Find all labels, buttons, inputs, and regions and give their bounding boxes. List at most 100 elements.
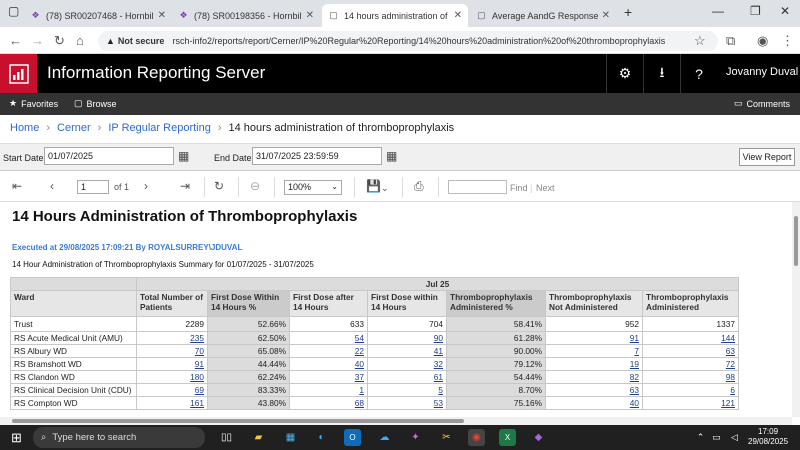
next-page-icon[interactable]: ›	[144, 179, 148, 193]
first-page-icon[interactable]: ⇤	[12, 179, 22, 193]
chevron-down-icon[interactable]: ⌄	[381, 183, 389, 194]
forward-icon[interactable]: →	[31, 33, 44, 48]
calculator-icon[interactable]: ▦	[282, 429, 299, 446]
vertical-scroll-thumb[interactable]	[794, 216, 798, 266]
volume-icon[interactable]: ◁	[726, 429, 743, 446]
copilot-icon[interactable]: ✦	[407, 429, 424, 446]
browser-menu-icon[interactable]: ⋮	[781, 33, 794, 49]
drillthrough-link[interactable]: 121	[721, 398, 735, 408]
next-link[interactable]: Next	[536, 183, 555, 193]
ssrs-logo-icon[interactable]	[0, 54, 37, 93]
drillthrough-link[interactable]: 40	[355, 359, 364, 369]
outlook-icon[interactable]: O	[344, 429, 361, 446]
windows-start-icon[interactable]: ⊞	[8, 429, 25, 446]
drillthrough-link[interactable]: 235	[190, 333, 204, 343]
taskbar-search[interactable]: ⌕ Type here to search	[33, 427, 205, 448]
edge-icon[interactable]: ◐	[313, 429, 330, 446]
file-explorer-icon[interactable]: ▰	[250, 429, 267, 446]
drillthrough-link[interactable]: 32	[434, 359, 443, 369]
drillthrough-link[interactable]: 5	[438, 385, 443, 395]
drillthrough-link[interactable]: 91	[195, 359, 204, 369]
calendar-icon[interactable]: ▦	[386, 149, 397, 163]
breadcrumb-ip-regular[interactable]: IP Regular Reporting	[108, 122, 211, 134]
drillthrough-link[interactable]: 72	[726, 359, 735, 369]
breadcrumb-home[interactable]: Home	[10, 122, 39, 134]
drillthrough-link[interactable]: 98	[726, 372, 735, 382]
browser-tab-2[interactable]: ❖ (78) SR00198356 - Hornbill ✕	[172, 4, 320, 27]
download-icon[interactable]: ⭳	[643, 54, 680, 93]
close-tab-icon[interactable]: ✕	[158, 10, 166, 21]
drillthrough-link[interactable]: 90	[434, 333, 443, 343]
drillthrough-link[interactable]: 63	[726, 346, 735, 356]
back-to-parent-icon[interactable]: ⊖	[250, 179, 260, 193]
export-save-icon[interactable]: 💾	[366, 179, 381, 193]
view-report-button[interactable]: View Report	[739, 148, 795, 166]
drillthrough-link[interactable]: 40	[630, 398, 639, 408]
minimize-icon[interactable]: —	[712, 4, 724, 18]
url-text[interactable]: rsch-info2/reports/report/Cerner/IP%20Re…	[172, 36, 665, 46]
drillthrough-link[interactable]: 63	[630, 385, 639, 395]
drillthrough-link[interactable]: 53	[434, 398, 443, 408]
network-icon[interactable]: ▭	[708, 429, 725, 446]
new-tab-icon[interactable]: +	[624, 4, 632, 20]
close-window-icon[interactable]: ✕	[780, 4, 790, 18]
drillthrough-link[interactable]: 161	[190, 398, 204, 408]
close-tab-icon[interactable]: ✕	[306, 10, 314, 21]
home-icon[interactable]: ⌂	[76, 33, 84, 48]
reload-icon[interactable]: ↻	[54, 33, 65, 49]
snipping-tool-icon[interactable]: ✂	[438, 429, 455, 446]
not-secure-icon[interactable]: ▲	[106, 36, 115, 46]
excel-icon[interactable]: X	[499, 429, 516, 446]
profile-icon[interactable]: ◉	[757, 33, 768, 49]
page-number-input[interactable]: 1	[77, 180, 109, 194]
extensions-icon[interactable]: ⧉	[726, 33, 735, 49]
drillthrough-link[interactable]: 180	[190, 372, 204, 382]
browser-tab-4[interactable]: ▢ Average AandG Response Time ✕	[470, 4, 616, 27]
cloud-icon[interactable]: ☁	[376, 429, 393, 446]
find-link[interactable]: Find	[510, 183, 528, 193]
horizontal-scroll-thumb[interactable]	[12, 419, 464, 423]
drillthrough-link[interactable]: 7	[634, 346, 639, 356]
refresh-icon[interactable]: ↻	[214, 179, 224, 193]
drillthrough-link[interactable]: 37	[355, 372, 364, 382]
user-name[interactable]: Jovanny Duval	[726, 66, 798, 78]
drillthrough-link[interactable]: 54	[355, 333, 364, 343]
task-view-icon[interactable]: ▯▯	[218, 429, 235, 446]
drillthrough-link[interactable]: 19	[630, 359, 639, 369]
browse-link[interactable]: ▢ Browse	[74, 98, 117, 109]
print-icon[interactable]: ⎙	[414, 179, 424, 194]
close-tab-icon[interactable]: ✕	[454, 10, 462, 21]
chrome-icon[interactable]: ◉	[468, 429, 485, 446]
drillthrough-link[interactable]: 144	[721, 333, 735, 343]
find-input[interactable]	[448, 180, 507, 194]
help-icon[interactable]: ?	[680, 54, 717, 93]
tab-search-icon[interactable]: ▢	[8, 4, 19, 18]
drillthrough-link[interactable]: 91	[630, 333, 639, 343]
security-label[interactable]: Not secure	[118, 36, 165, 46]
calendar-icon[interactable]: ▦	[178, 149, 189, 163]
drillthrough-link[interactable]: 6	[730, 385, 735, 395]
drillthrough-link[interactable]: 69	[195, 385, 204, 395]
drillthrough-link[interactable]: 41	[434, 346, 443, 356]
drillthrough-link[interactable]: 68	[355, 398, 364, 408]
comments-link[interactable]: ▭ Comments	[734, 98, 790, 109]
start-date-input[interactable]: 01/07/2025	[44, 147, 174, 165]
taskbar-clock[interactable]: 17:09 29/08/2025	[748, 427, 788, 447]
drillthrough-link[interactable]: 1	[359, 385, 364, 395]
url-omnibox[interactable]: ▲ Not secure rsch-info2/reports/report/C…	[98, 31, 718, 51]
back-icon[interactable]: ←	[9, 33, 22, 48]
drillthrough-link[interactable]: 82	[630, 372, 639, 382]
visual-studio-icon[interactable]: ◆	[530, 429, 547, 446]
restore-icon[interactable]: ❐	[750, 4, 761, 18]
drillthrough-link[interactable]: 61	[434, 372, 443, 382]
browser-tab-3-active[interactable]: ▢ 14 hours administration of thrombo ✕	[322, 4, 468, 27]
bookmark-star-icon[interactable]: ☆	[694, 33, 706, 49]
drillthrough-link[interactable]: 70	[195, 346, 204, 356]
drillthrough-link[interactable]: 22	[355, 346, 364, 356]
chevron-up-icon[interactable]: ⌃	[692, 429, 709, 446]
settings-gear-icon[interactable]: ⚙	[606, 54, 643, 93]
previous-page-icon[interactable]: ‹	[50, 179, 54, 193]
browser-tab-1[interactable]: ❖ (78) SR00207468 - Hornbill ✕	[24, 4, 172, 27]
last-page-icon[interactable]: ⇥	[180, 179, 190, 193]
close-tab-icon[interactable]: ✕	[602, 10, 610, 21]
